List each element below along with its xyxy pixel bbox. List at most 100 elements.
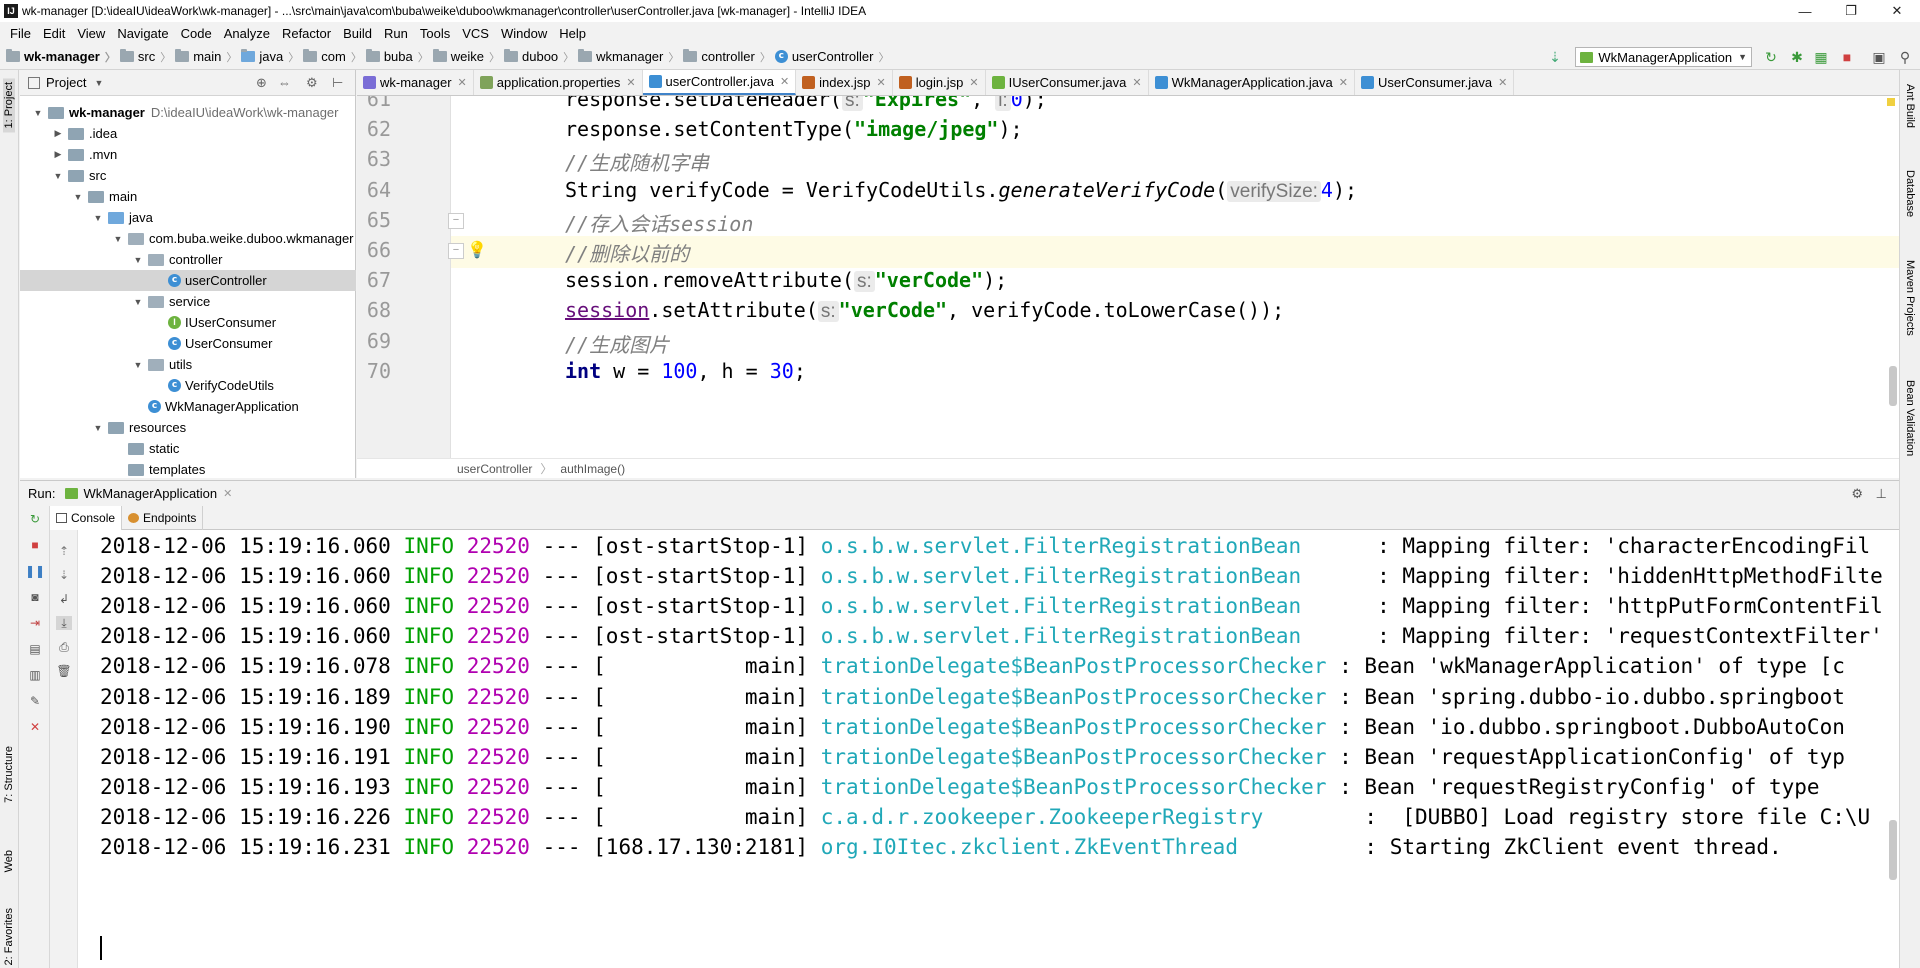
run-config-tab[interactable]: WkManagerApplication ✕ — [65, 486, 232, 501]
tool-tab-maven[interactable]: Maven Projects — [1904, 260, 1916, 336]
target-icon[interactable]: ⊕ — [256, 75, 267, 91]
scroll-down-icon[interactable]: ⇣ — [56, 568, 72, 582]
breadcrumb-item[interactable]: duboo 〉 — [504, 49, 578, 65]
menu-edit[interactable]: Edit — [37, 26, 71, 41]
tool-tab-structure[interactable]: 7: Structure — [3, 746, 15, 803]
breadcrumb-item[interactable]: buba 〉 — [365, 49, 433, 65]
tree-item[interactable]: ▼ resources — [20, 417, 356, 438]
close-icon[interactable]: ✕ — [1339, 76, 1348, 89]
code-line[interactable]: session.removeAttribute(s: "verCode"); — [565, 268, 1007, 293]
code-line[interactable]: String verifyCode = VerifyCodeUtils.gene… — [565, 178, 1357, 203]
tree-item[interactable]: c UserConsumer — [20, 333, 356, 354]
tree-item[interactable]: ▶ .mvn — [20, 144, 356, 165]
rerun-icon[interactable]: ↻ — [27, 512, 43, 526]
print-icon[interactable]: ⎙ — [56, 640, 72, 654]
close-icon[interactable]: ✕ — [458, 76, 467, 89]
editor-tab[interactable]: index.jsp ✕ — [796, 70, 893, 95]
project-panel-title[interactable]: Project — [46, 75, 86, 90]
breadcrumb-item[interactable]: com 〉 — [303, 49, 366, 65]
coverage-icon[interactable]: ▦ — [1812, 48, 1830, 66]
tree-item[interactable]: ▼ service — [20, 291, 356, 312]
tree-item[interactable]: ▼ utils — [20, 354, 356, 375]
editor-scrollbar[interactable] — [1889, 366, 1897, 406]
tool-tab-database[interactable]: Database — [1904, 170, 1916, 217]
menu-vcs[interactable]: VCS — [456, 26, 495, 41]
chevron-down-icon[interactable]: ▼ — [132, 297, 144, 307]
tool-tab-web[interactable]: Web — [3, 850, 15, 872]
pause-icon[interactable]: ❚❚ — [25, 564, 45, 578]
code-line[interactable]: int w = 100, h = 30; — [565, 359, 806, 383]
editor-breadcrumb-class[interactable]: userController — [457, 462, 532, 476]
debug-icon[interactable]: ✱ — [1788, 48, 1806, 66]
close-icon[interactable]: ✕ — [780, 75, 789, 88]
build-arrow-icon[interactable]: ⇣ — [1546, 48, 1564, 66]
hide-panel-icon[interactable]: ⊢ — [332, 75, 343, 91]
tool-tab-ant-build[interactable]: Ant Build — [1904, 84, 1916, 128]
minimize-button[interactable]: — — [1782, 0, 1828, 22]
breadcrumb-item[interactable]: weike 〉 — [432, 49, 504, 65]
scroll-up-icon[interactable]: ⇡ — [56, 544, 72, 558]
tree-item[interactable]: ▼ java — [20, 207, 356, 228]
tool-tab-project[interactable]: 1: Project — [3, 78, 15, 133]
code-line[interactable]: //删除以前的 — [565, 238, 689, 267]
tab-endpoints[interactable]: Endpoints — [122, 505, 204, 530]
breadcrumb-item[interactable]: wkmanager 〉 — [578, 49, 683, 65]
editor-tab[interactable]: IUserConsumer.java ✕ — [986, 70, 1149, 95]
tree-item[interactable]: I IUserConsumer — [20, 312, 356, 333]
search-icon[interactable]: ⚲ — [1896, 48, 1914, 66]
editor-tab[interactable]: application.properties ✕ — [474, 70, 643, 95]
breadcrumb-item[interactable]: java 〉 — [241, 49, 303, 65]
code-line[interactable]: //存入会话session — [565, 208, 753, 237]
intention-bulb-icon[interactable]: 💡 — [467, 240, 487, 259]
close-icon[interactable]: ✕ — [969, 76, 978, 89]
dump-threads-icon[interactable]: ◙ — [27, 590, 43, 604]
editor-tab[interactable]: UserConsumer.java ✕ — [1355, 70, 1515, 95]
close-button[interactable]: ✕ — [1874, 0, 1920, 22]
tree-item[interactable]: ▼ com.buba.weike.duboo.wkmanager — [20, 228, 356, 249]
breadcrumb-item[interactable]: main 〉 — [175, 49, 241, 65]
warning-marker-icon[interactable] — [1887, 98, 1895, 106]
console-scrollbar[interactable] — [1889, 820, 1897, 880]
restore-button[interactable]: ❐ — [1828, 0, 1874, 22]
chevron-down-icon[interactable]: ▼ — [72, 192, 84, 202]
chevron-right-icon[interactable]: ▶ — [52, 149, 64, 160]
close-icon[interactable]: ✕ — [1498, 76, 1507, 89]
breadcrumb-item[interactable]: wk-manager 〉 — [6, 49, 120, 65]
tree-item[interactable]: ▼ controller — [20, 249, 356, 270]
menu-build[interactable]: Build — [337, 26, 378, 41]
tree-item[interactable]: c userController — [20, 270, 356, 291]
tree-item[interactable]: c WkManagerApplication — [20, 396, 356, 417]
tool-tab-favorites[interactable]: 2: Favorites — [3, 908, 15, 965]
hide-panel-icon[interactable]: ⊥ — [1876, 486, 1887, 502]
chevron-down-icon[interactable]: ▼ — [132, 255, 144, 265]
menu-view[interactable]: View — [71, 26, 111, 41]
fold-marker-icon[interactable]: − — [448, 213, 464, 229]
gear-icon[interactable]: ⚙ — [1851, 486, 1863, 502]
menu-file[interactable]: File — [4, 26, 37, 41]
chevron-down-icon[interactable]: ▼ — [94, 78, 103, 88]
run-configuration-select[interactable]: WkManagerApplication ▼ — [1575, 47, 1752, 67]
gear-icon[interactable]: ⚙ — [306, 75, 318, 91]
editor-tab[interactable]: WkManagerApplication.java ✕ — [1149, 70, 1355, 95]
menu-navigate[interactable]: Navigate — [111, 26, 174, 41]
stop-icon[interactable]: ■ — [27, 538, 43, 552]
restore-layout-icon[interactable]: ▥ — [27, 668, 43, 682]
chevron-down-icon[interactable]: ▼ — [132, 360, 144, 370]
breadcrumb-item[interactable]: c userController 〉 — [774, 49, 894, 65]
project-structure-icon[interactable]: ▣ — [1870, 48, 1888, 66]
editor-tab[interactable]: wk-manager ✕ — [357, 70, 474, 95]
chevron-down-icon[interactable]: ▼ — [32, 108, 44, 118]
layout-icon[interactable]: ▤ — [27, 642, 43, 656]
code-line[interactable]: response.setDateHeader(s: "Expires", l: 0)… — [565, 96, 1047, 112]
code-line[interactable]: session.setAttribute(s: "verCode", verify… — [565, 298, 1284, 323]
menu-analyze[interactable]: Analyze — [218, 26, 276, 41]
menu-refactor[interactable]: Refactor — [276, 26, 337, 41]
code-line[interactable]: response.setContentType("image/jpeg"); — [565, 117, 1023, 141]
clear-all-icon[interactable]: 🗑 — [56, 664, 72, 678]
breadcrumb-item[interactable]: controller 〉 — [683, 49, 774, 65]
tool-tab-bean-validation[interactable]: Bean Validation — [1904, 380, 1916, 456]
editor-breadcrumb-method[interactable]: authImage() — [560, 462, 625, 476]
code-line[interactable]: //生成随机字串 — [565, 147, 709, 176]
pin-icon[interactable]: ✎ — [27, 694, 43, 708]
scroll-to-end-icon[interactable]: ⤓ — [56, 616, 72, 630]
